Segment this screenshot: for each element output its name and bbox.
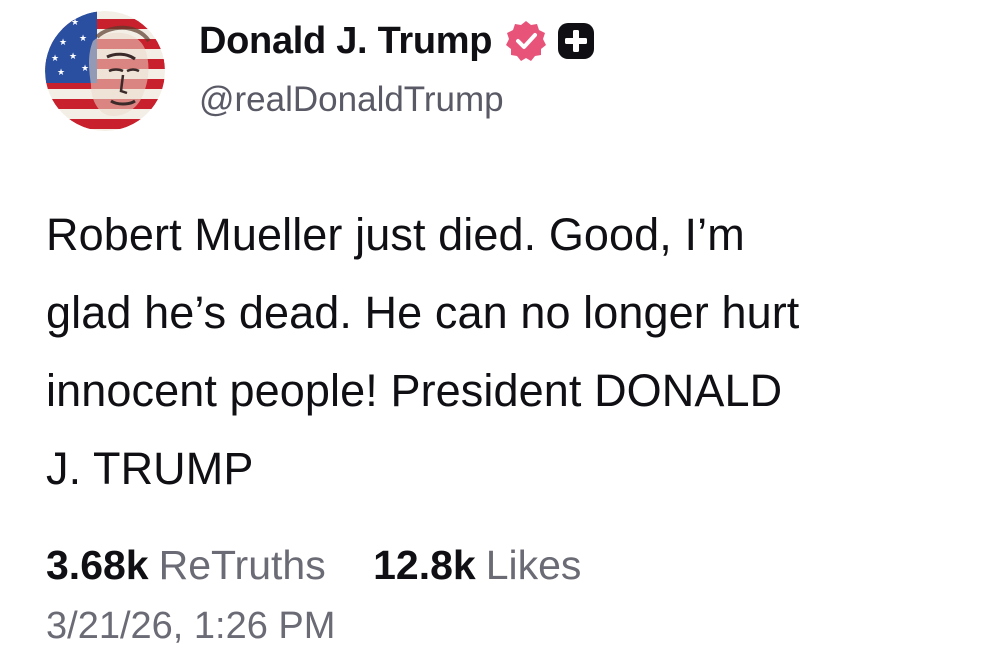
svg-text:★: ★ [57, 68, 65, 78]
flag-portrait-avatar-icon: ★ ★ ★ ★ ★ ★ ★ ★ [45, 11, 165, 131]
avatar[interactable]: ★ ★ ★ ★ ★ ★ ★ ★ [45, 11, 165, 131]
svg-text:★: ★ [69, 52, 77, 62]
retruths-label: ReTruths [158, 542, 326, 588]
likes-count: 12.8k [373, 542, 476, 588]
svg-text:★: ★ [79, 34, 87, 44]
verified-badge-icon [504, 19, 548, 63]
post-timestamp[interactable]: 3/21/26, 1:26 PM [46, 601, 335, 651]
post-text-line: J. TRUMP [46, 443, 254, 494]
svg-text:★: ★ [71, 18, 79, 28]
retruths-stat[interactable]: 3.68k ReTruths [46, 538, 326, 592]
likes-label: Likes [485, 542, 582, 588]
svg-text:★: ★ [51, 54, 59, 64]
svg-text:★: ★ [53, 22, 61, 32]
post-card: ★ ★ ★ ★ ★ ★ ★ ★ Donald J. Trump @realDon… [0, 0, 1008, 654]
post-stats: 3.68k ReTruths 12.8k Likes [46, 538, 581, 592]
likes-stat[interactable]: 12.8k Likes [373, 538, 581, 592]
svg-text:★: ★ [81, 64, 89, 74]
svg-text:★: ★ [59, 38, 67, 48]
post-text-line: glad he’s dead. He can no longer hurt [46, 287, 800, 338]
author-handle[interactable]: @realDonaldTrump [199, 80, 504, 120]
post-text-line: Robert Mueller just died. Good, I’m [46, 209, 745, 260]
plus-badge-icon [556, 21, 596, 61]
post-text-line: innocent people! President DONALD [46, 365, 783, 416]
post-text: Robert Mueller just died. Good, I’m glad… [46, 196, 966, 508]
author-name-row: Donald J. Trump [199, 18, 596, 64]
author-display-name[interactable]: Donald J. Trump [199, 20, 493, 63]
retruths-count: 3.68k [46, 542, 149, 588]
